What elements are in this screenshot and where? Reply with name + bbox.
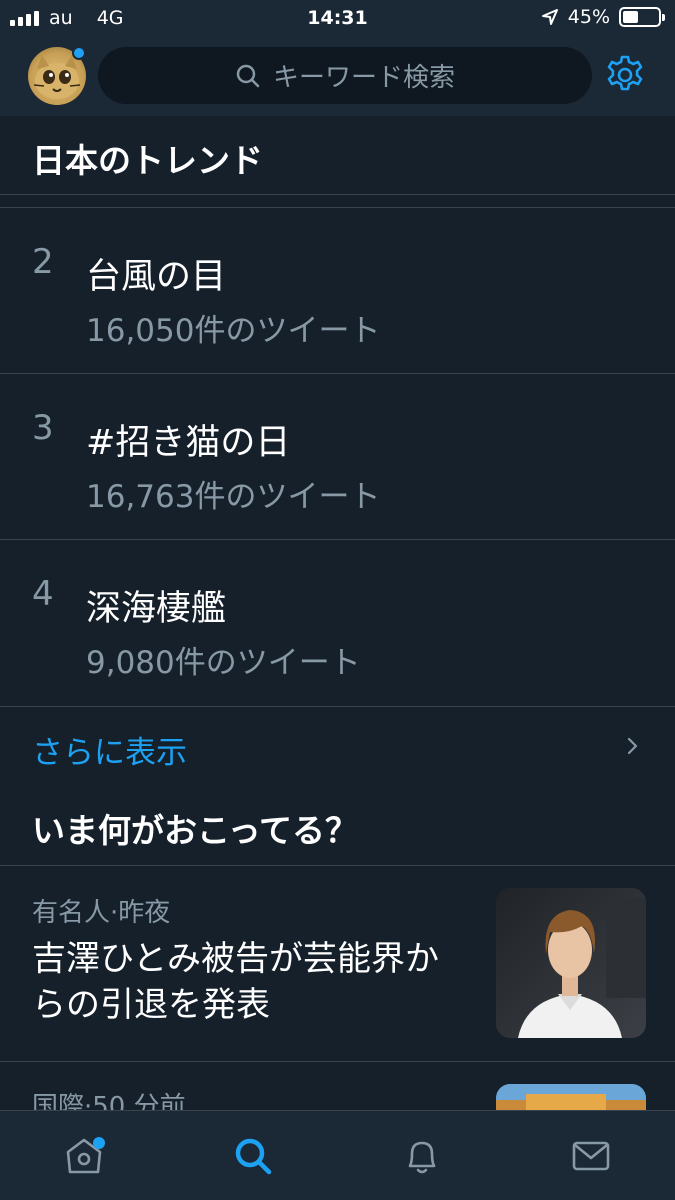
trend-item[interactable]: 4 深海棲艦 9,080件のツイート [0, 540, 675, 706]
gear-icon[interactable] [604, 54, 646, 96]
top-header: キーワード検索 [0, 38, 675, 116]
bell-icon [408, 1141, 436, 1174]
news-meta: 有名人·昨夜 [32, 898, 171, 928]
trend-rank: 3 [32, 408, 54, 448]
divider [0, 194, 675, 195]
battery-icon [619, 7, 665, 27]
status-bar: au 4G 14:31 45% [0, 0, 675, 38]
trend-tweet-count: 16,050件のツイート [86, 313, 381, 349]
tab-search[interactable] [169, 1111, 337, 1200]
chevron-right-icon [627, 737, 638, 755]
trend-rank: 2 [32, 242, 54, 282]
trend-name: 台風の目 [86, 257, 227, 297]
tab-notifications[interactable] [338, 1111, 506, 1200]
mail-icon [572, 1141, 610, 1171]
explore-screen: au 4G 14:31 45% キーワード検索 日本のトレンド 2 台風の目 1… [0, 0, 675, 1200]
location-arrow-icon [541, 9, 558, 25]
search-input[interactable]: キーワード検索 [98, 47, 592, 104]
tab-home[interactable] [0, 1111, 168, 1200]
battery-level [623, 11, 639, 23]
news-item[interactable]: 有名人·昨夜 吉澤ひとみ被告が芸能界からの引退を発表 [0, 866, 675, 1061]
trend-tweet-count: 16,763件のツイート [86, 479, 381, 515]
search-icon [235, 1138, 272, 1175]
tab-bar [0, 1110, 675, 1200]
battery-percent: 45% [567, 6, 610, 28]
news-headline: 吉澤ひとみ被告が芸能界からの引退を発表 [32, 939, 439, 1025]
show-more-link[interactable]: さらに表示 [0, 707, 675, 784]
news-thumbnail [496, 888, 646, 1038]
notification-dot [72, 46, 86, 60]
search-placeholder: キーワード検索 [272, 63, 455, 93]
trend-item[interactable]: 3 #招き猫の日 16,763件のツイート [0, 374, 675, 540]
news-section-title: いま何がおこってる？ [32, 811, 359, 850]
trend-item[interactable]: 2 台風の目 16,050件のツイート [0, 208, 675, 374]
status-right: 45% [541, 6, 665, 28]
trends-title: 日本のトレンド [32, 141, 263, 180]
trend-tweet-count: 9,080件のツイート [86, 645, 361, 681]
search-icon [236, 64, 260, 87]
trend-name: 深海棲艦 [86, 589, 227, 629]
notification-dot [93, 1137, 105, 1149]
show-more-label: さらに表示 [32, 735, 187, 771]
trend-name: #招き猫の日 [86, 423, 291, 463]
trend-rank: 4 [32, 574, 54, 614]
tab-messages[interactable] [507, 1111, 675, 1200]
